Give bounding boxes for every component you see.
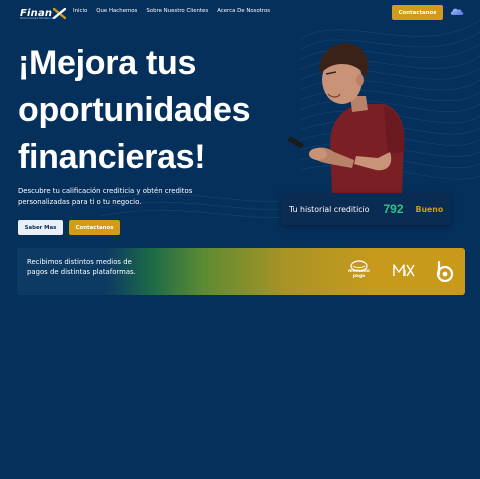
payment-methods-text: Recibimos distintos medios de pagos de d… [27, 258, 136, 276]
nav-link-que-hacemos[interactable]: Que Hachemos [96, 8, 137, 14]
mercado-pago-logo-text: mercado pago [343, 269, 375, 279]
logo-tagline: Soluciones Modernas [20, 16, 56, 20]
nav-link-inicio[interactable]: Inicio [73, 8, 87, 14]
hero-contact-button[interactable]: Contactanos [69, 220, 120, 235]
credit-score-value: 792 [383, 202, 404, 216]
hero-title: ¡Mejora tus oportunidades financieras! [18, 40, 318, 181]
hero-title-line-1: ¡Mejora tus [18, 44, 197, 82]
landing-page: Finan Soluciones Modernas Inicio Que Hac… [0, 0, 480, 479]
header-contact-button[interactable]: Contactanos [392, 5, 443, 20]
mercado-pago-line-2: pago [352, 274, 366, 279]
nav-link-nosotros[interactable]: Acerca De Nosotros [217, 8, 270, 14]
hero-description: Descubre tu calificación crediticia y ob… [18, 187, 193, 206]
credit-status-badge: Bueno [415, 204, 444, 214]
credit-history-card: Tu historial crediticio 792 Bueno [281, 193, 451, 225]
mix-payment-logo-icon [393, 264, 415, 277]
hero-title-line-3: financieras! [18, 138, 206, 176]
cloud-icon[interactable] [449, 5, 465, 17]
credit-history-label: Tu historial crediticio [289, 204, 370, 214]
b-payment-logo-icon [436, 260, 454, 282]
main-nav: Inicio Que Hachemos Sobre Nuestro Client… [73, 8, 270, 14]
payment-methods-banner: Recibimos distintos medios de pagos de d… [17, 248, 465, 295]
nav-link-clientes[interactable]: Sobre Nuestro Clientes [146, 8, 208, 14]
saber-mas-button[interactable]: Saber Mas [18, 220, 63, 235]
person-with-phone-image [287, 43, 405, 194]
hero-title-line-2: oportunidades [18, 91, 251, 129]
